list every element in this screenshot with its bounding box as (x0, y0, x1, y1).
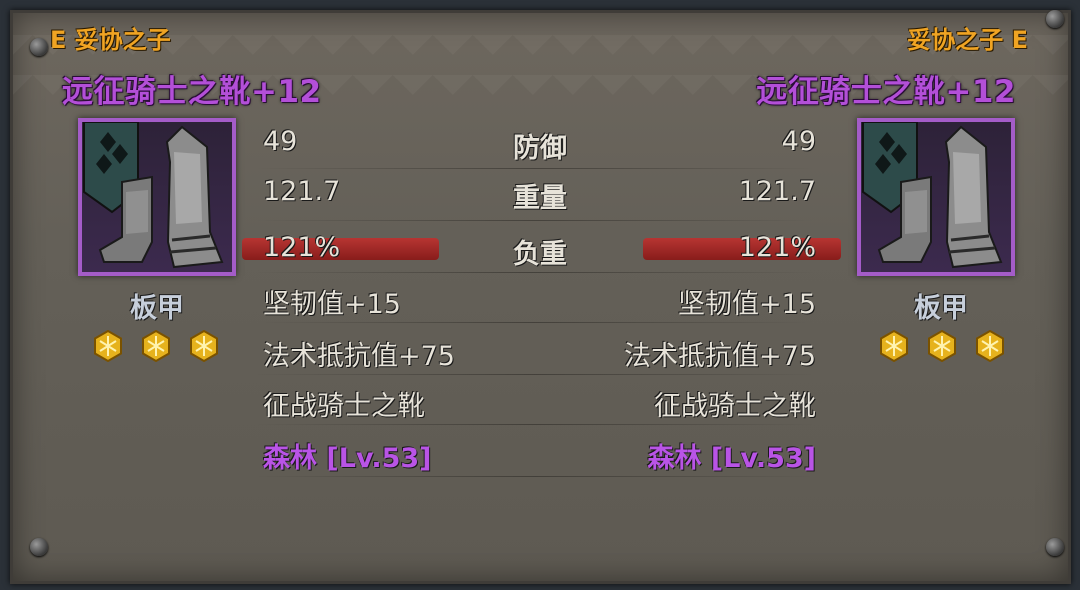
row-divider (255, 272, 815, 273)
row-divider (255, 424, 815, 425)
load-label: 负重 (513, 239, 567, 270)
row-divider (255, 168, 815, 169)
right-spell-resist-stat: 法术抵抗值+75 (624, 341, 816, 372)
left-load-value: 121% (263, 232, 341, 263)
row-divider (255, 322, 815, 323)
left-source: 森林 [Lv.53] (263, 443, 432, 474)
left-item-name: 远征骑士之靴+12 (62, 74, 322, 110)
left-armor-type: 板甲 (130, 293, 184, 324)
right-item-slot[interactable] (857, 118, 1015, 276)
plate-boots-icon (862, 122, 1003, 269)
plate-boots-icon (83, 122, 224, 269)
left-set-name: 征战骑士之靴 (263, 391, 425, 422)
rivet-icon (30, 38, 48, 56)
rivet-icon (1046, 538, 1064, 556)
weight-label: 重量 (513, 183, 567, 214)
right-item-name: 远征骑士之靴+12 (756, 74, 1016, 110)
left-weight-value: 121.7 (263, 176, 341, 207)
left-spell-resist-stat: 法术抵抗值+75 (263, 341, 455, 372)
defense-label: 防御 (513, 133, 567, 164)
right-owner-label: 妥协之子 E (907, 26, 1028, 54)
right-set-name: 征战骑士之靴 (654, 391, 816, 422)
right-source: 森林 [Lv.53] (647, 443, 816, 474)
right-defense-value: 49 (781, 126, 816, 157)
row-divider (255, 220, 815, 221)
right-toughness-stat: 坚韧值+15 (678, 289, 816, 320)
right-weight-value: 121.7 (738, 176, 816, 207)
left-owner-label: E 妥协之子 (50, 26, 171, 54)
right-load-value: 121% (738, 232, 816, 263)
left-toughness-stat: 坚韧值+15 (263, 289, 401, 320)
row-divider (255, 374, 815, 375)
gold-gem-icon (928, 330, 956, 362)
right-armor-type: 板甲 (914, 293, 968, 324)
gold-gem-icon (880, 330, 908, 362)
left-defense-value: 49 (263, 126, 298, 157)
gold-gem-icon (142, 330, 170, 362)
left-item-slot[interactable] (78, 118, 236, 276)
rivet-icon (1046, 10, 1064, 28)
rivet-icon (30, 538, 48, 556)
gold-gem-icon (190, 330, 218, 362)
row-divider (255, 476, 815, 477)
gold-gem-icon (976, 330, 1004, 362)
gold-gem-icon (94, 330, 122, 362)
